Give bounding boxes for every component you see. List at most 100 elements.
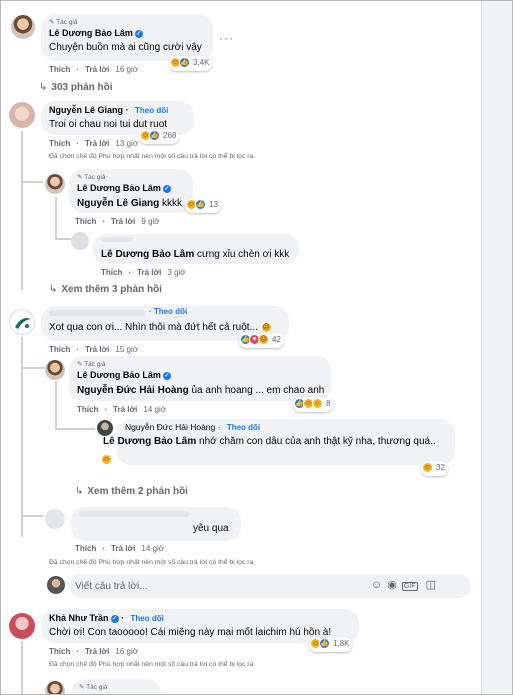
- mention-link[interactable]: Nguyễn Lê Giang: [77, 198, 159, 209]
- comment-actions: Thích · Trả lời 16 giờ: [49, 65, 138, 74]
- sticker-icon[interactable]: ◫: [418, 579, 441, 591]
- comment-author[interactable]: Khả Như Trần ✓ · Theo dõi: [49, 613, 164, 623]
- thread-line: [21, 641, 23, 694]
- like-button[interactable]: Thích: [75, 217, 96, 226]
- follow-button[interactable]: Theo dõi: [227, 423, 260, 432]
- blurred-name: [49, 310, 145, 316]
- haha-reaction-icon: ☺: [422, 462, 433, 473]
- view-replies-link[interactable]: ↳ 303 phản hồi: [39, 82, 113, 93]
- comment-text: Chời ơi! Con taooooo! Cái miệng này mai …: [49, 627, 332, 638]
- thread-connector: [55, 197, 57, 239]
- reply-time[interactable]: 3 giờ: [167, 268, 185, 277]
- mention-link[interactable]: Lê Dương Bảo Lâm: [103, 436, 196, 447]
- wow-reaction-icon: ○: [312, 398, 323, 409]
- reply-actions: Thích · Trả lời 9 giờ: [75, 217, 160, 226]
- reply-text: Lê Dương Bảo Lâm nhớ chăm con dâu của an…: [103, 436, 436, 447]
- reaction-summary[interactable]: ☺👍 1,8K: [309, 637, 353, 652]
- reply-time[interactable]: 14 giờ: [143, 405, 166, 414]
- author-tag: ✎ Tác giả: [77, 174, 106, 181]
- like-reaction-icon: 👍: [149, 130, 160, 141]
- comment-author[interactable]: Lê Dương Bảo Lâm ✓: [49, 28, 143, 38]
- author-avatar[interactable]: [45, 360, 65, 380]
- my-avatar[interactable]: [47, 576, 65, 594]
- comment-actions: Thích · Trả lời 15 giờ: [49, 345, 138, 354]
- reply-arrow-icon: ↳: [49, 284, 58, 295]
- reaction-summary[interactable]: ☺👍 268: [139, 129, 180, 144]
- pencil-icon: ✎: [79, 684, 85, 691]
- reply-button[interactable]: Trả lời: [85, 647, 109, 656]
- reply-time[interactable]: 9 giờ: [141, 217, 159, 226]
- comment-time[interactable]: 16 giờ: [115, 65, 138, 74]
- reaction-summary[interactable]: 👍 ♥ ☹ 42: [239, 333, 284, 348]
- like-button[interactable]: Thích: [49, 139, 70, 148]
- thread-connector: [21, 367, 45, 369]
- thread-connector: [21, 515, 43, 517]
- reply-button[interactable]: Trả lời: [137, 268, 161, 277]
- reply-button[interactable]: Trả lời: [113, 405, 137, 414]
- filter-notice: Đã chọn chế độ Phù hợp nhất nên một số c…: [49, 153, 256, 160]
- like-button[interactable]: Thích: [101, 268, 122, 277]
- pencil-icon: ✎: [77, 174, 83, 181]
- reply-button[interactable]: Trả lời: [111, 217, 135, 226]
- reply-text: Nguyễn Đức Hải Hoàng ủa anh hoang ... em…: [77, 385, 325, 396]
- reply-button[interactable]: Trả lời: [85, 139, 109, 148]
- reply-text: Nguyễn Lê Giang kkkk: [77, 198, 183, 209]
- filter-notice: Đã chọn chế độ Phù hợp nhất nên một số c…: [49, 661, 256, 668]
- like-button[interactable]: Thích: [77, 405, 98, 414]
- reaction-summary[interactable]: ☺👍 13: [185, 198, 221, 213]
- follow-button[interactable]: Theo dõi: [131, 614, 164, 623]
- view-more-replies-link[interactable]: ↳ Xem thêm 3 phản hồi: [49, 284, 162, 295]
- more-options-icon[interactable]: ···: [219, 31, 234, 45]
- author-avatar[interactable]: [11, 15, 35, 39]
- like-button[interactable]: Thích: [75, 544, 96, 553]
- reply-button[interactable]: Trả lời: [85, 345, 109, 354]
- comment-text: Xot qua con ơi... Nhìn thôi mà đứt hết c…: [49, 322, 272, 334]
- commenter-avatar[interactable]: [9, 613, 35, 639]
- thread-connector: [21, 181, 43, 183]
- like-button[interactable]: Thích: [49, 345, 70, 354]
- follow-button[interactable]: · Theo dõi: [149, 307, 187, 316]
- reply-author[interactable]: Lê Dương Bảo Lâm ✓: [77, 183, 171, 193]
- like-reaction-icon: 👍: [179, 57, 190, 68]
- reaction-summary[interactable]: ☺ 32: [421, 461, 448, 476]
- comment-actions: Thích · Trả lời 16 giờ: [49, 647, 138, 656]
- view-more-replies-link[interactable]: ↳ Xem thêm 2 phản hồi: [75, 486, 188, 497]
- commenter-avatar[interactable]: [9, 102, 35, 128]
- pencil-icon: ✎: [49, 19, 55, 26]
- thread-line: [21, 131, 23, 281]
- reply-author[interactable]: Lê Dương Bảo Lâm ✓: [77, 370, 171, 380]
- thread-connector: [21, 281, 23, 290]
- reply-arrow-icon: ↳: [75, 486, 84, 497]
- commenter-avatar[interactable]: [71, 232, 89, 250]
- filter-notice: Đã chọn chế độ Phù hợp nhất nên một số c…: [49, 559, 256, 566]
- comment-thread: ✎ Tác giả Lê Dương Bảo Lâm ✓ Chuyện buồn …: [0, 0, 513, 695]
- like-button[interactable]: Thích: [49, 647, 70, 656]
- camera-icon[interactable]: ◉: [387, 579, 402, 591]
- verified-check-icon: ✓: [162, 371, 171, 380]
- reaction-summary[interactable]: 👍☺ ○ 8: [293, 397, 334, 412]
- crying-emoji-icon: ☹: [260, 322, 272, 333]
- reply-text: Lê Dương Bảo Lâm cưng xỉu chèn ơi kkk: [101, 249, 290, 260]
- gif-icon[interactable]: GIF: [401, 582, 418, 591]
- comment-actions: Thích · Trả lời 13 giờ: [49, 139, 138, 148]
- reply-time[interactable]: 14 giờ: [141, 544, 164, 553]
- comment-time[interactable]: 15 giờ: [115, 345, 138, 354]
- comment-author[interactable]: Nguyễn Lê Giang · Theo dõi: [49, 105, 168, 115]
- reply-input[interactable]: Viết câu trả lời...: [75, 581, 148, 592]
- composer-tools: ☺◉ GIF ◫: [371, 578, 441, 591]
- reply-button[interactable]: Trả lời: [85, 65, 109, 74]
- follow-button[interactable]: Theo dõi: [135, 106, 168, 115]
- reaction-summary[interactable]: ☺👍 3,4K: [169, 56, 213, 71]
- verified-check-icon: ✓: [134, 29, 143, 38]
- reply-button[interactable]: Trả lời: [111, 544, 135, 553]
- author-avatar[interactable]: [45, 681, 65, 694]
- comment-time[interactable]: 16 giờ: [115, 647, 138, 656]
- comment-time[interactable]: 13 giờ: [115, 139, 138, 148]
- like-button[interactable]: Thích: [49, 65, 70, 74]
- mention-link[interactable]: Nguyễn Đức Hải Hoàng: [77, 385, 189, 396]
- mention-link[interactable]: Lê Dương Bảo Lâm: [101, 249, 194, 260]
- reply-author[interactable]: Nguyễn Đức Hải Hoàng · Theo dõi: [125, 422, 260, 432]
- author-avatar[interactable]: [45, 174, 65, 194]
- emoji-icon[interactable]: ☺: [371, 579, 387, 591]
- commenter-avatar[interactable]: [45, 509, 65, 529]
